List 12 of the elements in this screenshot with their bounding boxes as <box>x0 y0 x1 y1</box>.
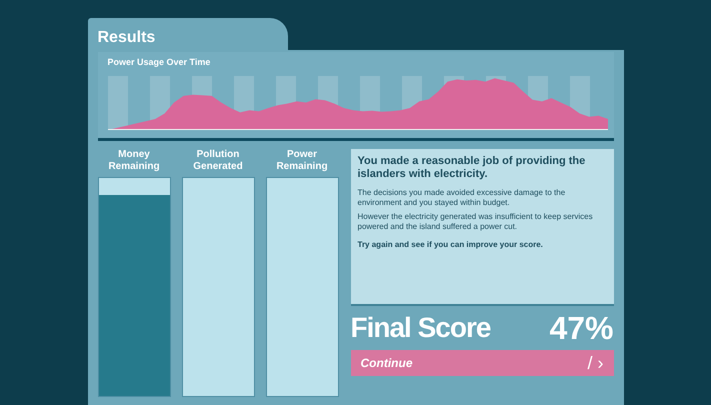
final-score-value: 47% <box>549 310 614 346</box>
continue-button[interactable]: Continue / › <box>350 350 614 376</box>
meter-label: Pollution Generated <box>192 148 244 174</box>
meter-label: Power Remaining <box>275 148 329 174</box>
call-to-action: Try again and see if you can improve your score. <box>358 240 544 250</box>
chart-title: Power Usage Over Time <box>108 56 212 69</box>
message-paragraph: The decisions you made avoided excessive damage to the environment and you stayed within budget. <box>358 188 566 208</box>
final-score-label: Final Score <box>350 310 490 344</box>
message-paragraph: However the electricity generated was insufficient to keep services powered and the island suffered a power cut. <box>358 212 594 232</box>
meter-label: Money Remaining <box>107 148 161 174</box>
results-title: Results <box>98 29 156 46</box>
message-headline: You made a reasonable job of providing the islanders with electricity. <box>358 154 586 180</box>
